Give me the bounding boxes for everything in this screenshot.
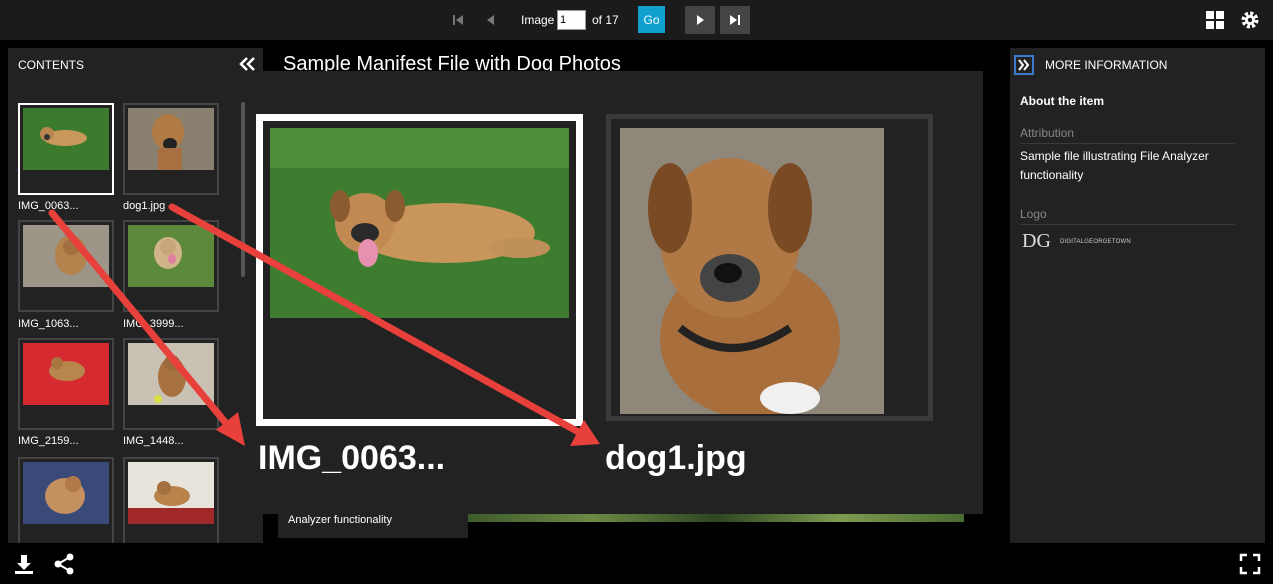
attribution-label: Attribution <box>1020 126 1235 144</box>
about-heading: About the item <box>1020 94 1104 108</box>
more-information-title: MORE INFORMATION <box>1045 58 1168 72</box>
arrow-to-img-0063-icon <box>48 209 234 432</box>
logo-text: DG <box>1022 230 1051 252</box>
download-icon[interactable] <box>13 553 35 575</box>
arrow-to-dog1-icon <box>168 203 586 438</box>
logo-label: Logo <box>1020 207 1235 225</box>
digital-georgetown-logo[interactable]: DG DIGITALGEORGETOWN <box>1022 230 1132 252</box>
expand-panel-icon[interactable] <box>1014 55 1034 75</box>
share-icon[interactable] <box>53 553 75 575</box>
logo-subtext: DIGITALGEORGETOWN <box>1060 239 1131 245</box>
bottom-toolbar <box>0 543 1273 584</box>
fullscreen-icon[interactable] <box>1239 553 1261 575</box>
more-information-panel: MORE INFORMATION About the item Attribut… <box>1010 48 1265 543</box>
attribution-value: Sample file illustrating File Analyzer f… <box>1020 149 1209 182</box>
